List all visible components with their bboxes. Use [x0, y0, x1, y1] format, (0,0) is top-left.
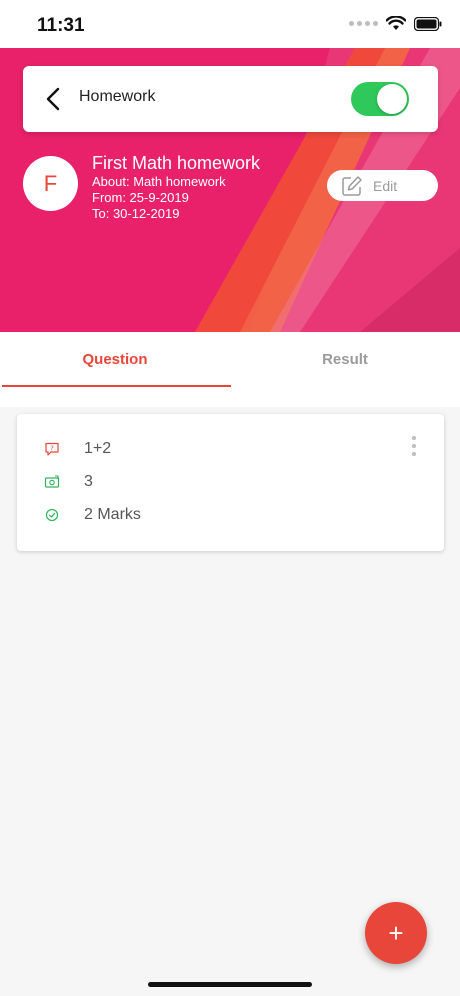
edit-icon [342, 175, 362, 196]
question-card[interactable]: ? 1+2 3 2 Marks [17, 414, 444, 551]
back-arrow-icon[interactable] [43, 86, 63, 112]
homework-about: About: Math homework [92, 174, 226, 189]
marks-row: 2 Marks [44, 506, 141, 524]
more-vertical-icon[interactable] [410, 436, 418, 458]
question-row: ? 1+2 [44, 440, 111, 458]
title-card: Homework [23, 66, 438, 132]
status-time: 11:31 [37, 15, 85, 36]
avatar: F [23, 156, 78, 211]
tab-bar: Question Result [0, 332, 460, 407]
answer-icon [44, 475, 60, 488]
wifi-icon [386, 16, 406, 30]
edit-button[interactable]: Edit [327, 170, 438, 201]
homework-header: Homework F First Math homework About: Ma… [0, 48, 460, 332]
battery-icon [414, 16, 442, 31]
check-circle-icon [45, 508, 59, 522]
tab-question[interactable]: Question [0, 332, 230, 387]
signal-dots-icon [349, 21, 378, 26]
toggle-knob [377, 84, 407, 114]
active-tab-indicator [2, 385, 231, 387]
marks-text: 2 Marks [84, 506, 141, 523]
edit-button-label: Edit [373, 177, 398, 194]
status-bar: 11:31 [0, 0, 460, 48]
add-question-button[interactable]: + [365, 902, 427, 964]
question-bubble-icon: ? [45, 442, 59, 456]
homework-title: First Math homework [92, 153, 261, 173]
tab-result[interactable]: Result [230, 332, 460, 387]
svg-text:?: ? [50, 444, 54, 452]
homework-info: First Math homework About: Math homework… [92, 152, 260, 222]
homework-to-date: To: 30-12-2019 [92, 206, 180, 221]
question-text: 1+2 [84, 440, 112, 457]
homework-toggle[interactable] [351, 82, 409, 116]
answer-text: 3 [84, 473, 93, 490]
home-indicator [148, 982, 312, 987]
page-title: Homework [79, 88, 156, 105]
answer-row: 3 [44, 473, 93, 491]
status-icons [349, 16, 442, 31]
homework-from-date: From: 25-9-2019 [92, 190, 189, 205]
